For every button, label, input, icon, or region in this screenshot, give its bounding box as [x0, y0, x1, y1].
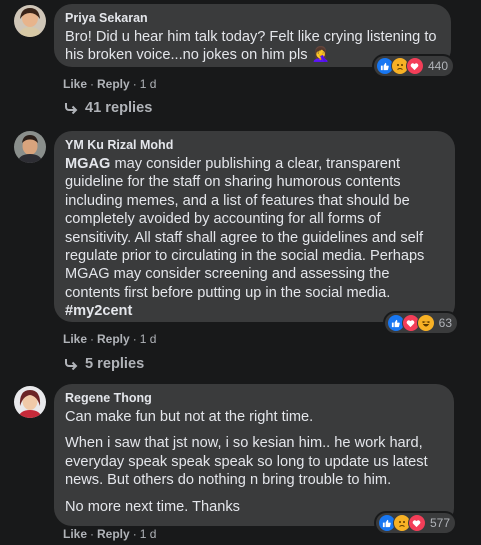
reply-button[interactable]: Reply [97, 77, 130, 91]
comment-text: Can make fun but not at the right time. … [65, 408, 442, 516]
comment-author[interactable]: Regene Thong [65, 391, 442, 406]
timestamp[interactable]: 1 d [140, 77, 157, 91]
comment-bubble: YM Ku Rizal Mohd MGAG may consider publi… [54, 131, 457, 333]
comment-bubble: Regene Thong Can make fun but not at the… [54, 384, 455, 533]
view-replies-button[interactable]: 5 replies [64, 356, 144, 372]
replies-count: 5 replies [85, 356, 145, 372]
comment-author[interactable]: Priya Sekaran [65, 11, 439, 26]
avatar[interactable] [14, 386, 46, 418]
avatar[interactable] [14, 131, 46, 163]
haha-icon [416, 314, 435, 332]
like-button[interactable]: Like [63, 527, 87, 541]
comment-text: MGAG may consider publishing a clear, tr… [65, 156, 425, 320]
reply-arrow-icon [65, 359, 78, 370]
reaction-count: 63 [438, 316, 452, 330]
comment-actions: Like · Reply · 1 d [63, 77, 157, 91]
reply-button[interactable]: Reply [97, 332, 130, 346]
mention-tag[interactable]: MGAG [65, 156, 110, 172]
comment-paragraph: Can make fun but not at the right time. [65, 409, 314, 425]
reaction-count: 440 [427, 59, 448, 73]
love-icon [405, 57, 424, 75]
comment-paragraph: When i saw that jst now, i so kesian him… [65, 435, 428, 489]
like-button[interactable]: Like [63, 77, 87, 91]
love-icon [407, 514, 426, 532]
reaction-summary[interactable]: 63 [384, 313, 457, 333]
reply-button[interactable]: Reply [97, 527, 130, 541]
reaction-summary[interactable]: 577 [375, 513, 455, 533]
comment-bubble: Priya Sekaran Bro! Did u hear him talk t… [54, 4, 453, 76]
reaction-count: 577 [429, 516, 450, 530]
comment-actions: Like · Reply · 1 d [63, 332, 157, 346]
comment-actions: Like · Reply · 1 d [63, 527, 157, 541]
reaction-summary[interactable]: 440 [373, 56, 453, 76]
like-button[interactable]: Like [63, 332, 87, 346]
timestamp[interactable]: 1 d [140, 527, 157, 541]
hashtag-link[interactable]: #my2cent [65, 303, 132, 319]
view-replies-button[interactable]: 41 replies [64, 100, 152, 116]
replies-count: 41 replies [85, 100, 153, 116]
reply-arrow-icon [65, 103, 78, 114]
avatar[interactable] [14, 5, 46, 37]
woman-facepalming-emoji: 🤦‍♀️ [311, 47, 330, 64]
timestamp[interactable]: 1 d [140, 332, 157, 346]
comment-author[interactable]: YM Ku Rizal Mohd [65, 138, 443, 153]
